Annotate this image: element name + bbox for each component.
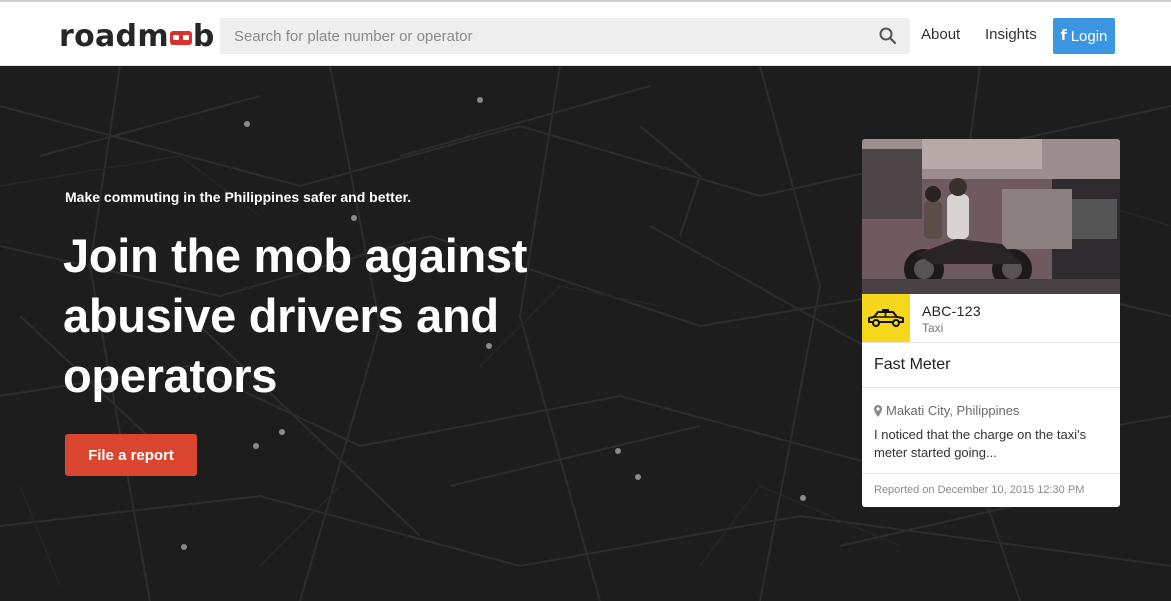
nav-insights-link[interactable]: Insights <box>985 26 1037 43</box>
report-description: I noticed that the charge on the taxi's … <box>874 427 1087 460</box>
report-location: Makati City, Philippines <box>874 403 1019 418</box>
search-bar <box>220 18 910 54</box>
hero-headline: Join the mob against abusive drivers and… <box>63 229 528 402</box>
logo-text-left: roadm <box>59 18 169 54</box>
taxi-icon <box>868 309 904 327</box>
report-title: Fast Meter <box>862 343 1120 388</box>
location-text: Makati City, Philippines <box>886 403 1020 418</box>
vehicle-info: ABC-123 Taxi <box>862 294 1120 343</box>
file-report-button[interactable]: File a report <box>65 434 197 476</box>
top-navigation-bar: roadmb About Insights f Login <box>0 0 1171 66</box>
search-icon[interactable] <box>878 26 898 46</box>
report-card[interactable]: ABC-123 Taxi Fast Meter Makati City, Phi… <box>862 139 1120 507</box>
facebook-login-button[interactable]: f Login <box>1053 18 1115 54</box>
vehicle-type-badge <box>862 294 910 342</box>
roadmob-logo[interactable]: roadm b <box>59 16 215 56</box>
nav-about-link[interactable]: About <box>921 26 960 43</box>
logo-mask-icon <box>169 31 192 45</box>
plate-number: ABC-123 <box>922 303 981 319</box>
report-photo-motorcycle <box>862 139 1120 294</box>
hero-section: Make commuting in the Philippines safer … <box>0 66 1171 601</box>
hero-tagline: Make commuting in the Philippines safer … <box>65 189 412 205</box>
login-label: Login <box>1070 27 1108 45</box>
search-input[interactable] <box>220 18 850 54</box>
vehicle-type: Taxi <box>922 321 944 335</box>
logo-text-right: b <box>192 18 215 54</box>
facebook-icon: f <box>1060 28 1067 44</box>
map-marker-icon <box>874 404 882 417</box>
report-timestamp: Reported on December 10, 2015 12:30 PM <box>862 473 1120 507</box>
